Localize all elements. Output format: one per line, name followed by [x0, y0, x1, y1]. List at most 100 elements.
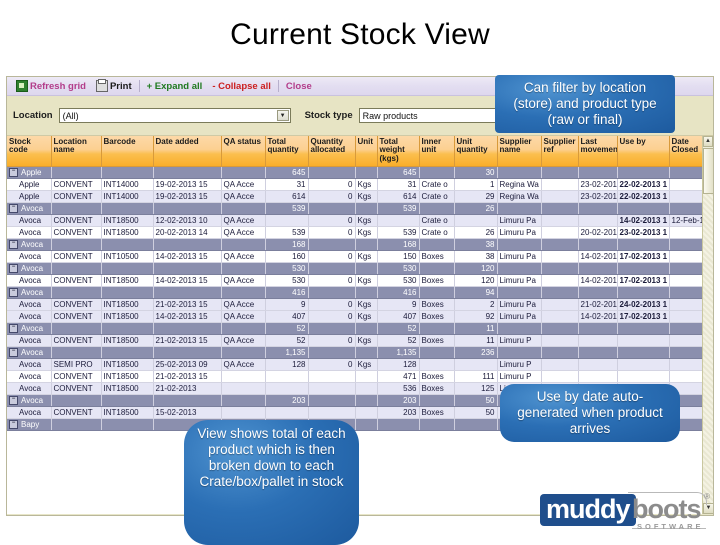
grid-column-header[interactable]: Quantity allocated [308, 136, 356, 167]
callout-use-by: Use by date auto-generated when product … [500, 384, 680, 442]
grid-cell [578, 322, 618, 335]
grid-column-header[interactable]: Use by [617, 136, 670, 167]
grid-cell: Avoca [7, 310, 52, 323]
grid-cell: 203 [377, 394, 420, 407]
table-row[interactable]: Apple CONVENT INT14000 19-02-2013 15 QA Acce… [7, 190, 713, 203]
table-row[interactable]: Avoca CONVENT INT18500 14-02-2013 15 QA Acce… [7, 310, 713, 323]
grid-group-row[interactable]: − Avoca 539 539 26 [7, 202, 713, 215]
logo-boots: boots [632, 494, 701, 524]
grid-cell: Boxes [419, 334, 455, 347]
table-row[interactable]: Avoca CONVENT INT18500 14-02-2013 15 QA Acce… [7, 274, 713, 287]
close-button[interactable]: Close [281, 81, 317, 92]
chevron-down-icon[interactable]: ▼ [276, 110, 289, 121]
grid-cell: Limuru P [497, 370, 542, 383]
grid-group-row[interactable]: − Avoca 416 416 94 [7, 286, 713, 299]
table-row[interactable]: Avoca CONVENT INT18500 12-02-2013 10 QA Acce… [7, 214, 713, 227]
grid-group-row[interactable]: − Apple 645 645 30 [7, 166, 713, 179]
collapse-all-button[interactable]: - Collapse all [207, 81, 276, 92]
grid-cell: QA Acce [221, 298, 266, 311]
grid-cell: 236 [454, 346, 498, 359]
table-row[interactable]: Avoca SEMI PRO INT18500 25-02-2013 09 QA Acc… [7, 358, 713, 371]
grid-cell: 645 [265, 166, 309, 179]
grid-column-header[interactable]: Total quantity [265, 136, 309, 167]
scroll-track[interactable] [703, 194, 713, 503]
grid-group-row[interactable]: − Avoca 52 52 11 [7, 322, 713, 335]
grid-cell [578, 238, 618, 251]
expander-icon[interactable]: − [9, 288, 18, 298]
grid-cell: 0 [308, 214, 356, 227]
grid-cell: 17-02-2013 1 [617, 274, 670, 287]
table-row[interactable]: Apple CONVENT INT14000 19-02-2013 15 QA Acce… [7, 178, 713, 191]
refresh-grid-button[interactable]: Refresh grid [11, 80, 91, 92]
expander-icon[interactable]: − [9, 264, 18, 274]
table-row[interactable]: Avoca CONVENT INT18500 21-02-2013 15 471 Boxe… [7, 370, 713, 383]
expander-icon[interactable]: − [9, 240, 18, 250]
expander-icon[interactable]: − [9, 396, 18, 406]
grid-group-row[interactable]: − Avoca 530 530 120 [7, 262, 713, 275]
stock-grid[interactable]: Stock code Location name Barcode Date added… [7, 136, 713, 514]
grid-cell: Avoca [7, 298, 52, 311]
grid-cell [51, 286, 102, 299]
table-row[interactable]: Avoca CONVENT INT18500 21-02-2013 15 QA Acce… [7, 334, 713, 347]
grid-column-header[interactable]: Inner unit [419, 136, 455, 167]
print-button[interactable]: Print [91, 79, 137, 92]
grid-cell [578, 166, 618, 179]
grid-column-header[interactable]: Unit [355, 136, 378, 167]
grid-column-header[interactable]: Unit quantity [454, 136, 498, 167]
expander-icon[interactable]: − [9, 168, 18, 178]
grid-cell: 23-02-201 [578, 190, 618, 203]
grid-cell: 11 [454, 322, 498, 335]
grid-cell [541, 334, 579, 347]
scroll-up-button[interactable]: ▲ [703, 136, 713, 147]
grid-group-row[interactable]: − Avoca 1,135 1,135 236 [7, 346, 713, 359]
grid-cell [617, 346, 670, 359]
grid-cell [308, 394, 356, 407]
grid-column-header[interactable]: Supplier name [497, 136, 542, 167]
location-select[interactable]: (All) ▼ [58, 108, 291, 123]
grid-cell [101, 286, 154, 299]
grid-cell: 11 [454, 334, 498, 347]
expand-all-button[interactable]: + Expand all [142, 81, 208, 92]
grid-cell: − Avoca [7, 286, 52, 299]
grid-group-row[interactable]: − Avoca 168 168 38 [7, 238, 713, 251]
grid-cell: Boxes [419, 310, 455, 323]
grid-column-header[interactable]: Date added [153, 136, 222, 167]
grid-cell [419, 394, 455, 407]
grid-column-header[interactable]: QA status [221, 136, 266, 167]
table-row[interactable]: Avoca CONVENT INT10500 14-02-2013 15 QA Acce… [7, 250, 713, 263]
table-row[interactable]: Avoca CONVENT INT18500 20-02-2013 14 QA Acce… [7, 226, 713, 239]
grid-vertical-scrollbar[interactable]: ▲ ▼ [702, 136, 713, 514]
grid-cell: QA Acce [221, 310, 266, 323]
grid-cell: INT18500 [101, 274, 154, 287]
grid-column-header[interactable]: Last movement [578, 136, 618, 167]
scroll-thumb[interactable] [703, 148, 713, 194]
grid-cell: INT18500 [101, 226, 154, 239]
table-row[interactable]: Avoca CONVENT INT18500 21-02-2013 15 QA Acce… [7, 298, 713, 311]
grid-cell: 0 [308, 358, 356, 371]
grid-cell [101, 418, 154, 431]
expander-icon[interactable]: − [9, 348, 18, 358]
grid-cell: CONVENT [51, 214, 102, 227]
grid-cell [617, 166, 670, 179]
grid-column-header[interactable]: Barcode [101, 136, 154, 167]
grid-cell [454, 418, 498, 431]
grid-cell [419, 202, 455, 215]
grid-cell: 416 [377, 286, 420, 299]
grid-cell: − Bapy [7, 418, 52, 431]
grid-column-header[interactable]: Location name [51, 136, 102, 167]
grid-cell: Kgs [355, 358, 378, 371]
grid-column-header[interactable]: Supplier ref [541, 136, 579, 167]
grid-cell: 14-02-201 [578, 250, 618, 263]
expander-icon[interactable]: − [9, 420, 18, 430]
grid-cell: QA Acce [221, 274, 266, 287]
grid-column-header[interactable]: Total weight (kgs) [377, 136, 420, 167]
grid-cell: 539 [265, 226, 309, 239]
grid-cell [355, 238, 378, 251]
registered-trademark-icon: ® [704, 492, 710, 501]
grid-cell: 125 [454, 382, 498, 395]
expander-icon[interactable]: − [9, 324, 18, 334]
grid-cell: 21-02-2013 15 [153, 370, 222, 383]
expander-icon[interactable]: − [9, 204, 18, 214]
grid-column-header[interactable]: Stock code [7, 136, 52, 167]
grid-cell [617, 370, 670, 383]
